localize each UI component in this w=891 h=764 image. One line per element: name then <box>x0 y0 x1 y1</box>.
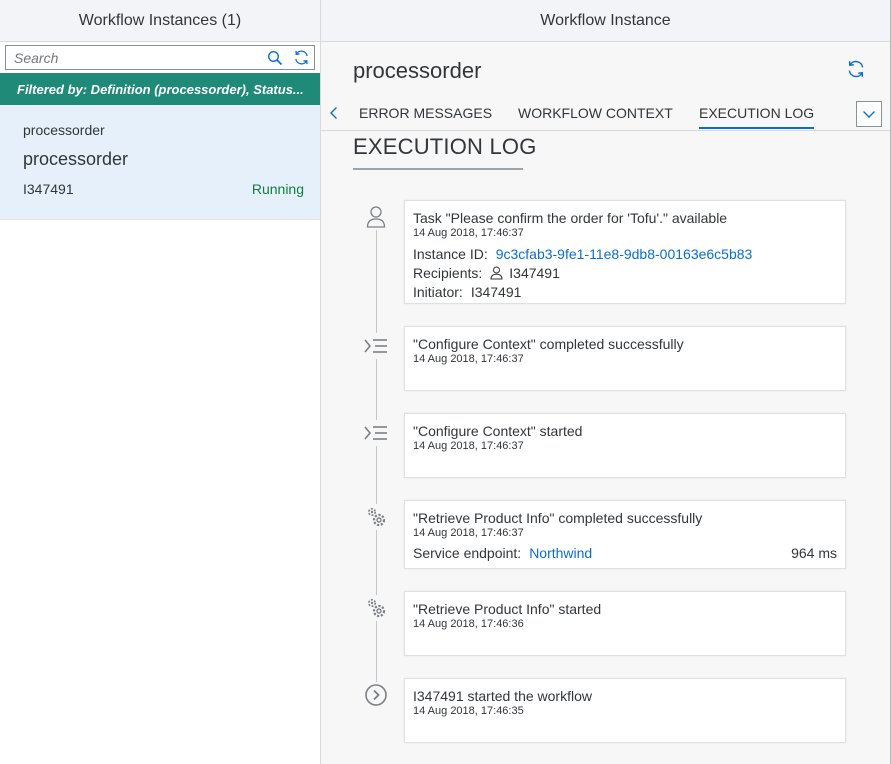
refresh-icon[interactable] <box>846 59 866 79</box>
log-entry-card: I347491 started the workflow 14 Aug 2018… <box>404 678 846 743</box>
log-entry-title: "Retrieve Product Info" completed succes… <box>413 510 703 526</box>
tab-overflow-button[interactable] <box>856 101 882 127</box>
gears-icon <box>363 504 389 530</box>
person-icon <box>363 204 389 230</box>
detail-title: Workflow Instance <box>321 0 890 42</box>
log-entry-title: "Configure Context" started <box>413 423 583 439</box>
tab-workflow-context[interactable]: WORKFLOW CONTEXT <box>518 105 673 121</box>
section-title: EXECUTION LOG <box>353 134 537 159</box>
list-item[interactable]: processorder processorder I347491 Runnin… <box>0 105 320 220</box>
section-underline <box>353 168 523 170</box>
instance-id-link[interactable]: 9c3cfab3-9fe1-11e8-9db8-00163e6c5b83 <box>496 246 753 262</box>
chevron-down-icon <box>863 111 875 118</box>
master-title: Workflow Instances (1) <box>0 0 320 42</box>
initiator-label: Initiator: <box>413 284 463 300</box>
log-entry-card: "Configure Context" started 14 Aug 2018,… <box>404 413 846 478</box>
person-icon <box>490 266 503 280</box>
log-entry-card: Task "Please confirm the order for 'Tofu… <box>404 200 846 304</box>
log-entry-time: 14 Aug 2018, 17:46:37 <box>413 353 524 365</box>
log-entry-time: 14 Aug 2018, 17:46:35 <box>413 705 524 717</box>
service-endpoint-link[interactable]: Northwind <box>529 545 592 561</box>
script-icon <box>363 333 389 359</box>
search-field <box>5 45 315 70</box>
script-icon <box>363 420 389 446</box>
service-endpoint-label: Service endpoint: <box>413 545 522 561</box>
list-item-id: I347491 <box>23 181 74 197</box>
initiator-value: I347491 <box>470 284 522 300</box>
log-entry-time: 14 Aug 2018, 17:46:36 <box>413 618 524 630</box>
log-entry-card: "Configure Context" completed successful… <box>404 326 846 391</box>
log-entry-time: 14 Aug 2018, 17:46:37 <box>413 440 524 452</box>
search-icon[interactable] <box>262 46 288 69</box>
recipients-label: Recipients: <box>413 265 483 281</box>
duration-value: 964 ms <box>791 545 837 561</box>
status-text: Running <box>251 181 304 197</box>
log-entry-card: "Retrieve Product Info" completed succes… <box>404 500 846 569</box>
refresh-icon[interactable] <box>288 46 314 69</box>
instance-id-label: Instance ID: <box>413 246 488 262</box>
tab-error-messages[interactable]: ERROR MESSAGES <box>359 105 492 121</box>
log-entry-card: "Retrieve Product Info" started 14 Aug 2… <box>404 591 846 656</box>
list-item-title: processorder <box>23 149 129 169</box>
search-row <box>0 42 320 73</box>
master-panel: Workflow Instances (1) Filtered by: Defi… <box>0 0 321 764</box>
detail-panel: Workflow Instance processorder ERROR MES… <box>321 0 890 764</box>
search-input[interactable] <box>6 46 262 69</box>
log-entry-title: Task "Please confirm the order for 'Tofu… <box>413 210 728 226</box>
tab-bar: ERROR MESSAGES WORKFLOW CONTEXT EXECUTIO… <box>321 97 890 131</box>
start-icon <box>363 682 389 708</box>
recipient-value: I347491 <box>509 265 560 281</box>
filter-info-bar[interactable]: Filtered by: Definition (processorder), … <box>0 73 320 105</box>
tab-execution-log[interactable]: EXECUTION LOG <box>699 105 815 129</box>
list-item-intro: processorder <box>23 122 105 138</box>
gears-icon <box>363 595 389 621</box>
object-title: processorder <box>353 58 482 83</box>
log-entry-title: I347491 started the workflow <box>413 688 592 704</box>
log-entry-time: 14 Aug 2018, 17:46:37 <box>413 227 524 239</box>
log-entry-title: "Retrieve Product Info" started <box>413 601 602 617</box>
log-entry-time: 14 Aug 2018, 17:46:37 <box>413 527 524 539</box>
chevron-left-icon[interactable] <box>325 103 343 123</box>
log-entry-title: "Configure Context" completed successful… <box>413 336 684 352</box>
